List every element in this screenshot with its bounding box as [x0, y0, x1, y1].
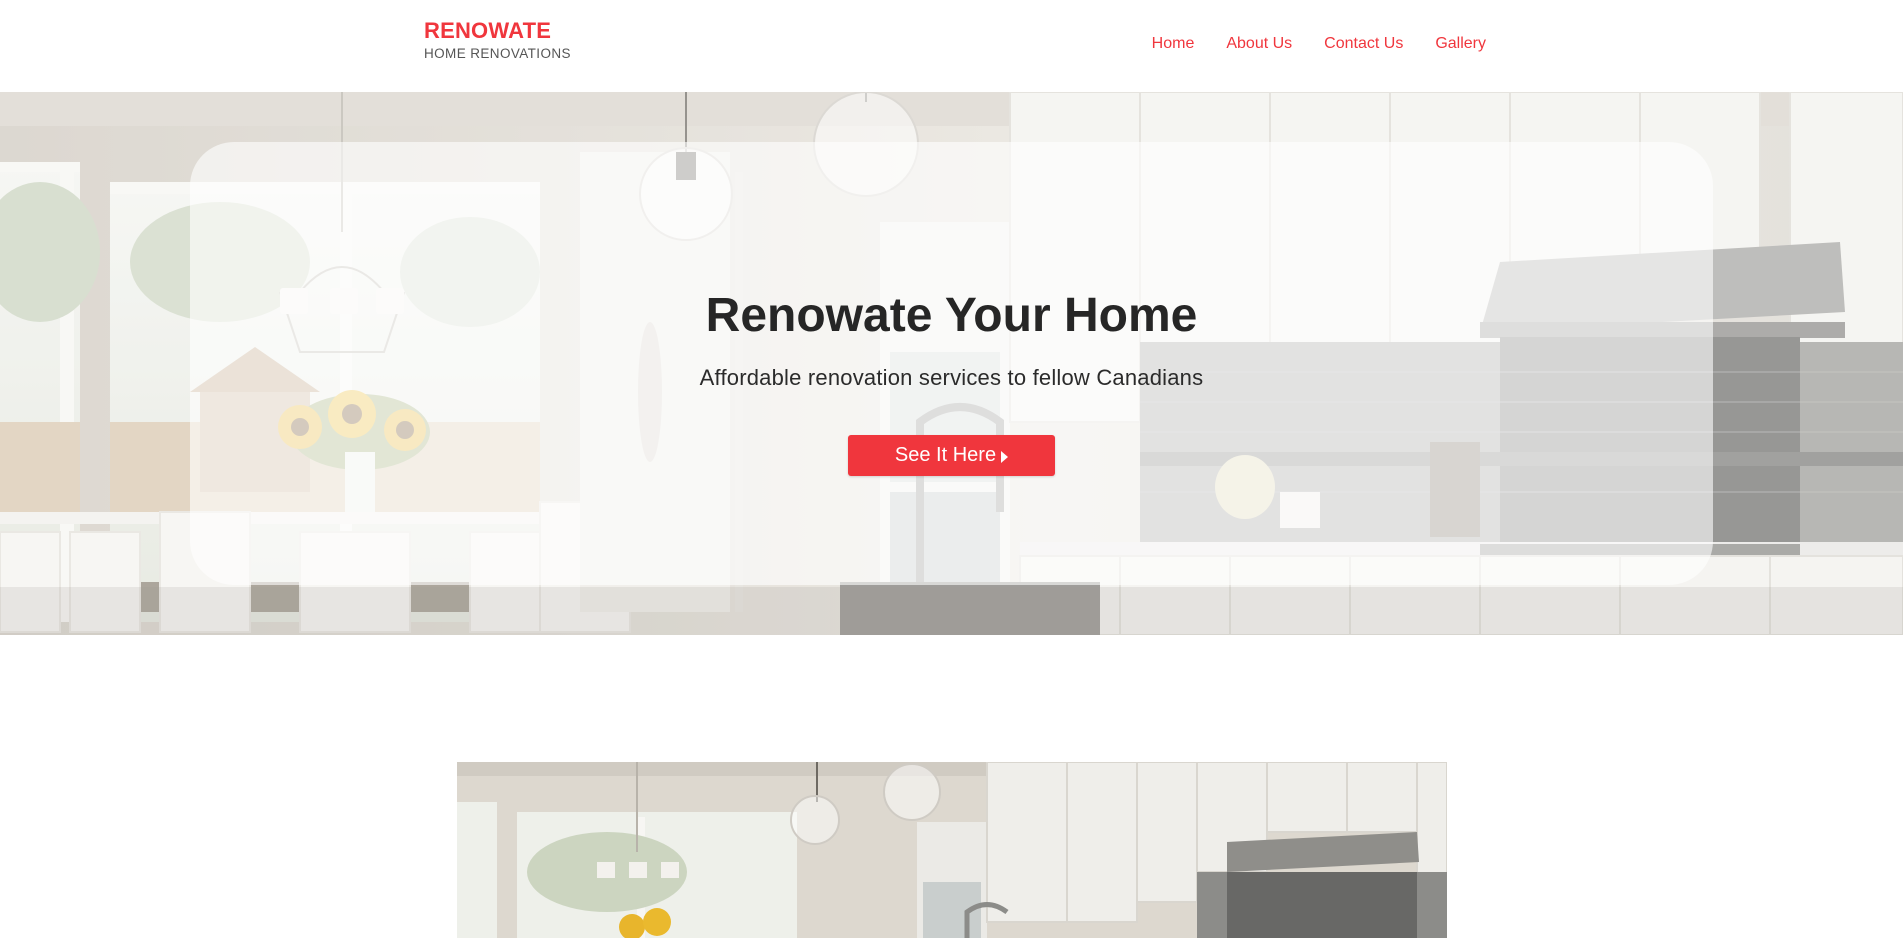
hero-section: Renowate Your Home Affordable renovation…	[0, 92, 1903, 635]
brand-tagline: HOME RENOVATIONS	[424, 46, 571, 61]
nav-link-contact-us[interactable]: Contact Us	[1324, 34, 1403, 54]
see-it-here-button[interactable]: See It Here	[848, 435, 1055, 476]
brand-name: RENOWATE	[424, 18, 552, 43]
brand-logo[interactable]: RENOWATE HOME RENOVATIONS	[424, 19, 571, 62]
site-header: RENOWATE HOME RENOVATIONS Home About Us …	[0, 0, 1903, 92]
nav-link-home[interactable]: Home	[1152, 34, 1195, 54]
nav-link-gallery[interactable]: Gallery	[1435, 34, 1486, 54]
main-nav: Home About Us Contact Us Gallery	[1152, 34, 1486, 54]
hero-title: Renowate Your Home	[705, 289, 1198, 342]
caret-right-icon	[1001, 450, 1009, 463]
feature-image	[457, 762, 1447, 938]
feature-kitchen-image	[457, 762, 1447, 938]
hero-subtitle: Affordable renovation services to fellow…	[699, 365, 1204, 390]
cta-label: See It Here	[894, 444, 997, 466]
nav-link-about-us[interactable]: About Us	[1226, 34, 1292, 54]
